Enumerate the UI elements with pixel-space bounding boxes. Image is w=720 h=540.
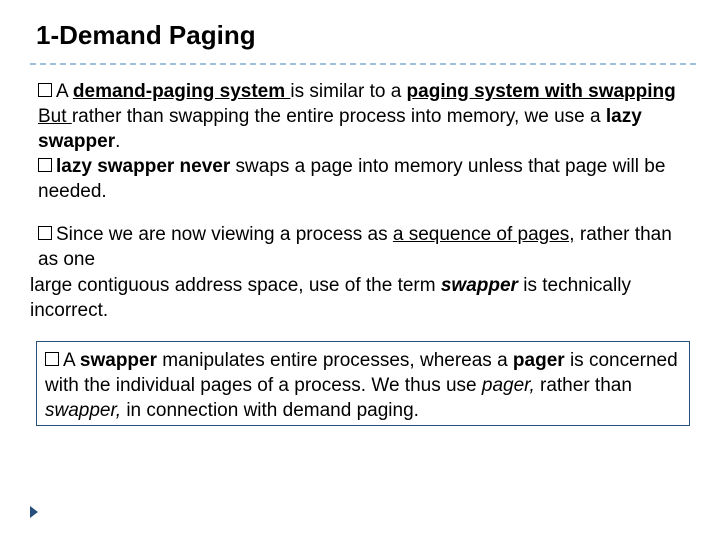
text: A: [63, 350, 80, 371]
text: .: [115, 131, 120, 152]
text: demand-paging system: [73, 81, 291, 102]
text: is similar to a: [290, 81, 406, 102]
divider: [30, 63, 696, 65]
text: pager,: [482, 375, 535, 396]
bullet-1: A demand-paging system is similar to a p…: [38, 79, 688, 204]
square-bullet-icon: [45, 352, 59, 366]
square-bullet-icon: [38, 83, 52, 97]
text: But: [38, 106, 72, 127]
text: large contiguous address space, use of t…: [30, 275, 441, 296]
text: swapper: [80, 350, 162, 371]
text: manipulates entire processes, whereas a: [162, 350, 513, 371]
text-line: large contiguous address space, use of t…: [30, 273, 688, 323]
text: in connection with demand paging.: [121, 400, 419, 421]
text: swapper,: [45, 400, 121, 421]
text: pager: [513, 350, 565, 371]
slide-title: 1-Demand Paging: [36, 20, 696, 51]
text: paging system with swapping: [407, 81, 676, 102]
highlight-box: A swapper manipulates entire processes, …: [36, 341, 690, 426]
text: a sequence of pages,: [393, 224, 575, 245]
text: lazy swapper never: [56, 156, 236, 177]
bullet-2: Since we are now viewing a process as a …: [38, 222, 688, 322]
slide: 1-Demand Paging A demand-paging system i…: [0, 0, 720, 540]
text: Since we are now viewing a process as: [56, 224, 393, 245]
arrow-right-icon: [30, 506, 38, 518]
text: rather than swapping the entire process …: [72, 106, 606, 127]
text: A: [56, 81, 73, 102]
square-bullet-icon: [38, 226, 52, 240]
text: swapper: [441, 275, 518, 296]
text: rather than: [535, 375, 632, 396]
square-bullet-icon: [38, 158, 52, 172]
